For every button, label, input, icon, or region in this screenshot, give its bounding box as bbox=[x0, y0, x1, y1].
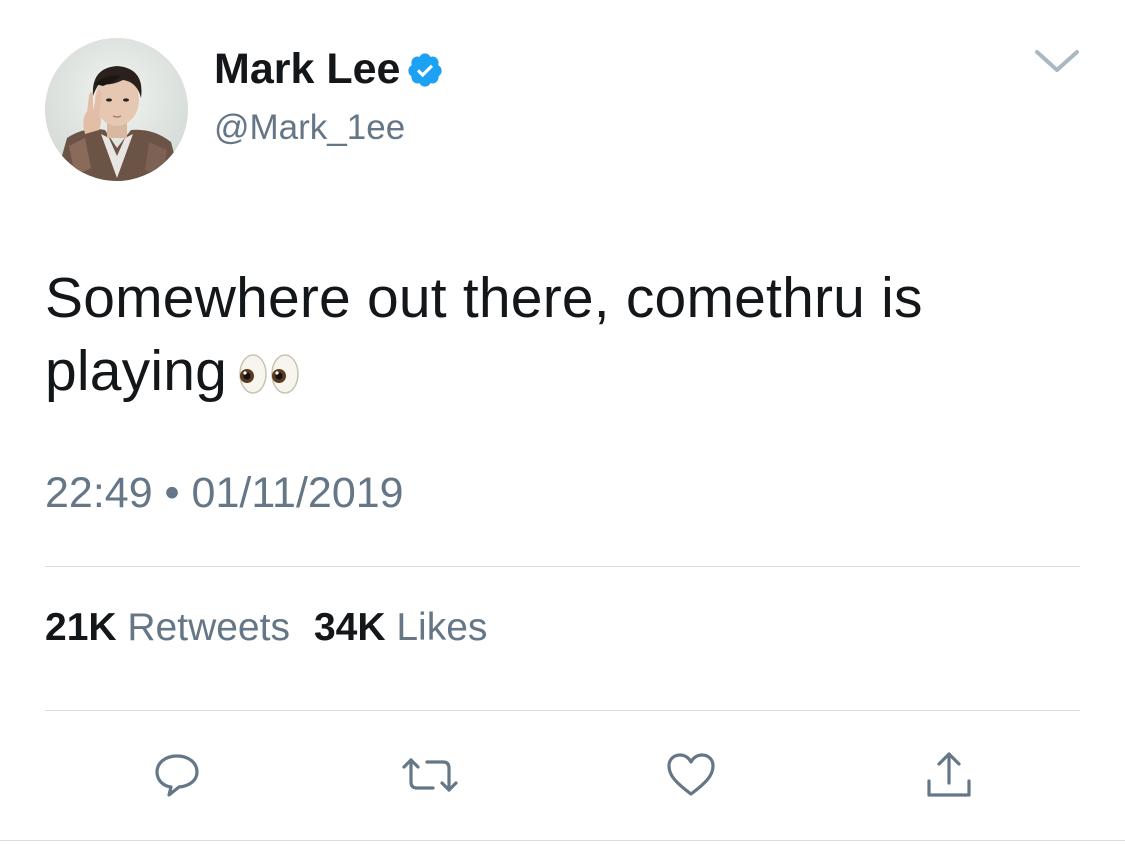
heart-icon bbox=[665, 751, 717, 804]
retweet-icon bbox=[401, 752, 459, 803]
likes-label: Likes bbox=[396, 606, 488, 649]
bottom-divider bbox=[0, 840, 1125, 841]
retweets-label: Retweets bbox=[127, 606, 290, 649]
divider bbox=[45, 710, 1080, 711]
retweet-button[interactable] bbox=[402, 752, 458, 802]
verified-badge-icon bbox=[406, 50, 444, 88]
like-button[interactable] bbox=[663, 752, 719, 802]
tweet-stats: 21K Retweets 34K Likes bbox=[45, 604, 487, 652]
display-name[interactable]: Mark Lee bbox=[214, 44, 444, 94]
likes-stat[interactable]: 34K Likes bbox=[314, 606, 487, 649]
tweet-timestamp[interactable]: 22:49 • 01/11/2019 bbox=[45, 468, 404, 518]
avatar[interactable] bbox=[45, 38, 188, 181]
reply-button[interactable] bbox=[149, 752, 205, 802]
likes-count: 34K bbox=[313, 606, 386, 649]
chevron-down-icon[interactable] bbox=[1033, 46, 1081, 76]
reply-icon bbox=[152, 751, 202, 804]
retweets-stat[interactable]: 21K Retweets bbox=[45, 606, 290, 649]
user-handle[interactable]: @Mark_1ee bbox=[214, 106, 405, 150]
tweet-text: Somewhere out there, comethru is playing bbox=[45, 262, 1085, 408]
divider bbox=[45, 566, 1080, 567]
tweet-text-content: Somewhere out there, comethru is playing bbox=[45, 266, 923, 403]
share-icon bbox=[923, 749, 975, 806]
display-name-text[interactable]: Mark Lee bbox=[214, 44, 400, 94]
share-button[interactable] bbox=[921, 751, 977, 802]
eyes-emoji-icon bbox=[237, 352, 301, 396]
retweets-count: 21K bbox=[45, 606, 117, 649]
